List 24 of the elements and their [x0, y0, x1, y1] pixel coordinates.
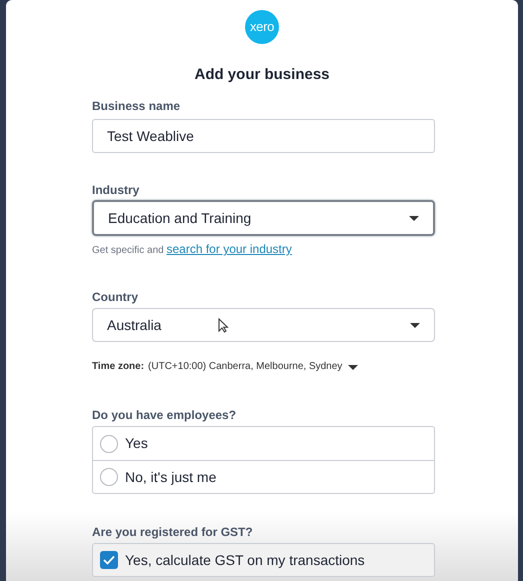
- field-label: Industry: [92, 183, 140, 197]
- radio-option[interactable]: No, it's just me: [93, 460, 434, 493]
- checkbox[interactable]: [100, 551, 118, 569]
- field-label: Are you registered for GST?: [92, 525, 253, 539]
- time-zone-value[interactable]: (UTC+10:00) Canberra, Melbourne, Sydney: [148, 360, 342, 374]
- select-field[interactable]: Education and Training: [92, 200, 435, 236]
- field-label: Do you have employees?: [92, 408, 236, 422]
- text-field[interactable]: Test Weablive: [92, 119, 435, 153]
- radio-option[interactable]: Yes: [93, 427, 434, 460]
- caret-icon: [409, 216, 419, 220]
- logo: xero: [245, 10, 279, 44]
- form-title: Add your business: [193, 65, 331, 85]
- helper-text: Get specific and: [92, 245, 164, 256]
- industry-search-link[interactable]: search for your industry: [166, 242, 292, 256]
- select-field[interactable]: Australia: [92, 308, 435, 342]
- checkbox-option[interactable]: Yes, calculate GST on my transactions: [92, 543, 435, 577]
- time-zone-label: Time zone:: [92, 360, 144, 374]
- radio-button[interactable]: [100, 468, 118, 486]
- caret-icon[interactable]: [348, 364, 358, 370]
- field-label: Country: [92, 290, 138, 304]
- cursor-icon: [218, 318, 229, 333]
- caret-icon: [410, 322, 420, 328]
- field-label: Business name: [92, 99, 180, 113]
- radio-button[interactable]: [100, 434, 118, 452]
